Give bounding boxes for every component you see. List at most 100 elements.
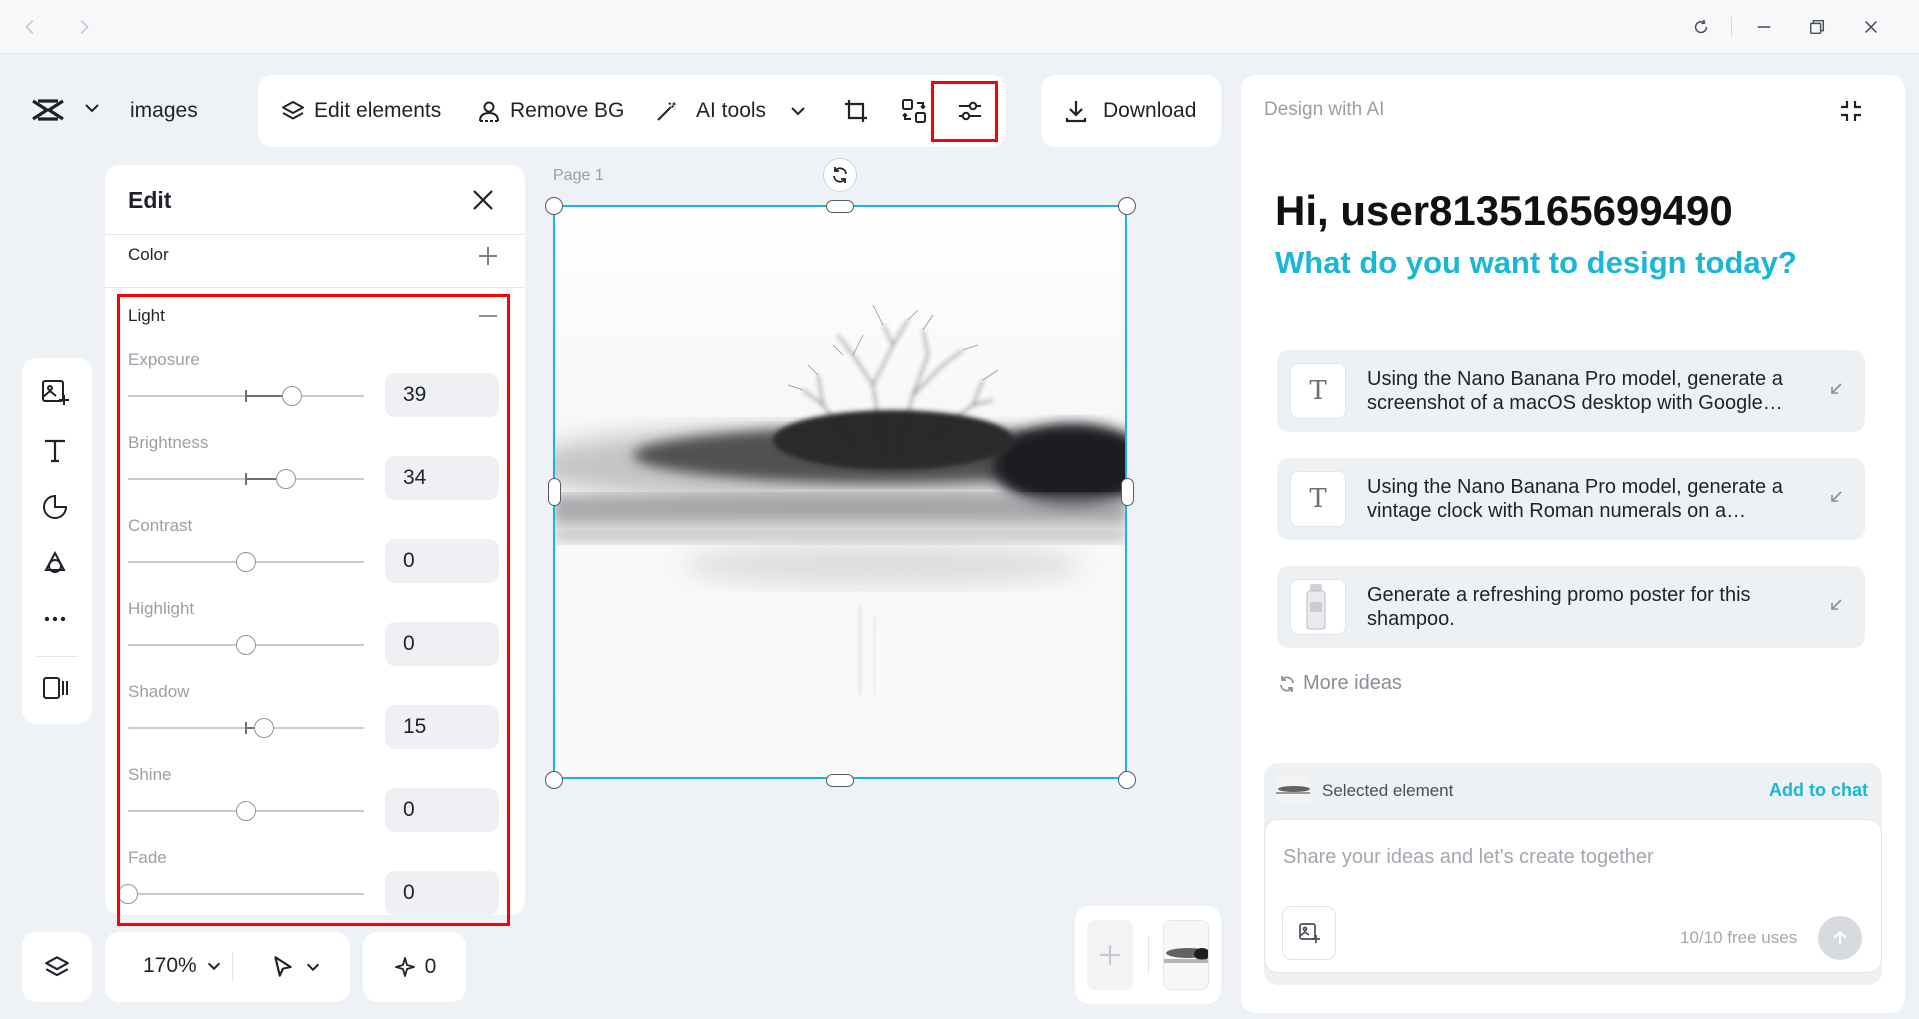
- sticker-icon[interactable]: [38, 490, 72, 524]
- main-toolbar: Edit elements Remove BG AI tools: [258, 75, 1006, 147]
- chat-input-box[interactable]: Share your ideas and let's create togeth…: [1264, 819, 1882, 973]
- slider-thumb-brightness[interactable]: [276, 469, 297, 489]
- collapse-icon[interactable]: [479, 315, 497, 317]
- close-icon[interactable]: [1857, 13, 1885, 41]
- download-card: Download: [1041, 75, 1221, 147]
- resize-handle-top-left[interactable]: [545, 197, 563, 215]
- zoom-dropdown[interactable]: 170%: [143, 954, 223, 978]
- shapes-icon[interactable]: [38, 546, 72, 580]
- slider-track-highlight[interactable]: [128, 635, 364, 655]
- zoom-tool-card: 170%: [105, 932, 350, 1002]
- edit-elements-button[interactable]: Edit elements: [280, 75, 441, 147]
- slider-value-shine[interactable]: 0: [385, 788, 499, 832]
- slider-track-shine[interactable]: [128, 801, 364, 821]
- adjust-sliders-icon[interactable]: [954, 95, 986, 127]
- crop-icon[interactable]: [840, 95, 872, 127]
- slider-track-contrast[interactable]: [128, 552, 364, 572]
- slider-track-shadow[interactable]: [128, 718, 364, 738]
- edit-panel: Edit Color Light Exposure 39 Brightness 34 C…: [105, 165, 525, 915]
- resize-handle-top-right[interactable]: [1118, 197, 1136, 215]
- ai-credits-button[interactable]: 0: [363, 932, 466, 1002]
- send-button[interactable]: [1818, 916, 1862, 960]
- resize-handle-bottom-right[interactable]: [1118, 771, 1136, 789]
- replace-image-icon[interactable]: [898, 95, 930, 127]
- more-ideas-button[interactable]: More ideas: [1277, 672, 1402, 695]
- refresh-icon: [1280, 675, 1294, 692]
- slider-label-shine: Shine: [128, 765, 172, 784]
- slider-track-exposure[interactable]: [128, 386, 364, 406]
- pages-strip: [1075, 906, 1221, 1004]
- download-icon: [1065, 101, 1087, 123]
- remove-bg-button[interactable]: Remove BG: [476, 75, 624, 147]
- selection-frame: [553, 205, 1127, 779]
- more-ideas-label: More ideas: [1303, 672, 1402, 694]
- resize-handle-top[interactable]: [826, 200, 854, 213]
- add-page-button[interactable]: [1087, 920, 1133, 990]
- slider-thumb-highlight[interactable]: [236, 635, 256, 655]
- ai-tools-button[interactable]: AI tools: [654, 75, 808, 147]
- panel-divider: [105, 287, 525, 288]
- chat-input-placeholder[interactable]: Share your ideas and let's create togeth…: [1283, 846, 1654, 869]
- slider-center-tick: [245, 722, 247, 734]
- suggestion-card[interactable]: T Using the Nano Banana Pro model, gener…: [1277, 350, 1865, 432]
- download-button[interactable]: Download: [1063, 75, 1196, 147]
- titlebar-divider: [1731, 17, 1732, 37]
- pointer-tool-dropdown[interactable]: [270, 954, 322, 980]
- refresh-icon[interactable]: [1687, 13, 1715, 41]
- chevron-right-icon[interactable]: [70, 13, 98, 41]
- slider-label-brightness: Brightness: [128, 433, 209, 452]
- slider-value-shadow[interactable]: 15: [385, 705, 499, 749]
- edit-elements-label: Edit elements: [314, 99, 442, 122]
- close-icon[interactable]: [470, 187, 496, 213]
- slider-label-contrast: Contrast: [128, 516, 193, 535]
- slider-track-brightness[interactable]: [128, 469, 364, 489]
- add-to-chat-button[interactable]: Add to chat: [1769, 780, 1868, 801]
- collapse-panel-icon[interactable]: [1837, 97, 1865, 125]
- layers-icon: [45, 956, 69, 977]
- arrow-down-left-icon: [1831, 491, 1842, 502]
- text-icon[interactable]: [38, 433, 72, 467]
- panel-toggle-icon[interactable]: [38, 671, 72, 705]
- slider-value-highlight[interactable]: 0: [385, 622, 499, 666]
- slider-thumb-exposure[interactable]: [282, 386, 303, 406]
- attach-image-button[interactable]: [1282, 906, 1336, 960]
- layers-button[interactable]: [22, 932, 92, 1002]
- slider-thumb-shadow[interactable]: [253, 718, 274, 738]
- slider-value-brightness[interactable]: 34: [385, 456, 499, 500]
- chevron-down-icon: [306, 963, 320, 972]
- text-icon: T: [1290, 363, 1346, 419]
- page-thumbnail[interactable]: [1163, 920, 1209, 990]
- more-icon[interactable]: [38, 602, 72, 636]
- chevron-left-icon[interactable]: [16, 13, 44, 41]
- suggestion-text: Generate a refreshing promo poster for t…: [1367, 584, 1751, 630]
- person-icon: [479, 101, 499, 122]
- resize-handle-left[interactable]: [548, 478, 561, 506]
- slider-center-tick: [245, 390, 247, 402]
- rotate-handle[interactable]: [823, 158, 857, 192]
- restore-icon[interactable]: [1803, 13, 1831, 41]
- slider-label-highlight: Highlight: [128, 599, 195, 618]
- zoom-value: 170%: [143, 954, 197, 977]
- slider-value-contrast[interactable]: 0: [385, 539, 499, 583]
- resize-handle-right[interactable]: [1121, 478, 1134, 506]
- project-name[interactable]: images: [130, 99, 198, 123]
- chevron-down-icon[interactable]: [788, 101, 808, 121]
- minimize-icon[interactable]: [1750, 13, 1778, 41]
- slider-track-fade[interactable]: [118, 884, 364, 904]
- slider-thumb-fade[interactable]: [118, 884, 138, 904]
- plus-icon[interactable]: [477, 245, 499, 267]
- capcut-logo[interactable]: [30, 95, 66, 125]
- slider-value-exposure[interactable]: 39: [385, 373, 499, 417]
- resize-handle-bottom-left[interactable]: [545, 771, 563, 789]
- slider-value-fade[interactable]: 0: [385, 871, 499, 915]
- resize-handle-bottom[interactable]: [826, 774, 854, 787]
- ai-credits-count: 0: [424, 955, 437, 978]
- add-image-icon[interactable]: [38, 375, 72, 409]
- slider-thumb-shine[interactable]: [236, 801, 256, 821]
- greeting-heading: Hi, user8135165699490: [1275, 187, 1733, 234]
- suggestion-card[interactable]: T Using the Nano Banana Pro model, gener…: [1277, 458, 1865, 540]
- panel-divider: [105, 234, 525, 235]
- slider-thumb-contrast[interactable]: [236, 552, 256, 572]
- chevron-down-icon[interactable]: [82, 98, 102, 118]
- suggestion-card[interactable]: Generate a refreshing promo poster for t…: [1277, 566, 1865, 648]
